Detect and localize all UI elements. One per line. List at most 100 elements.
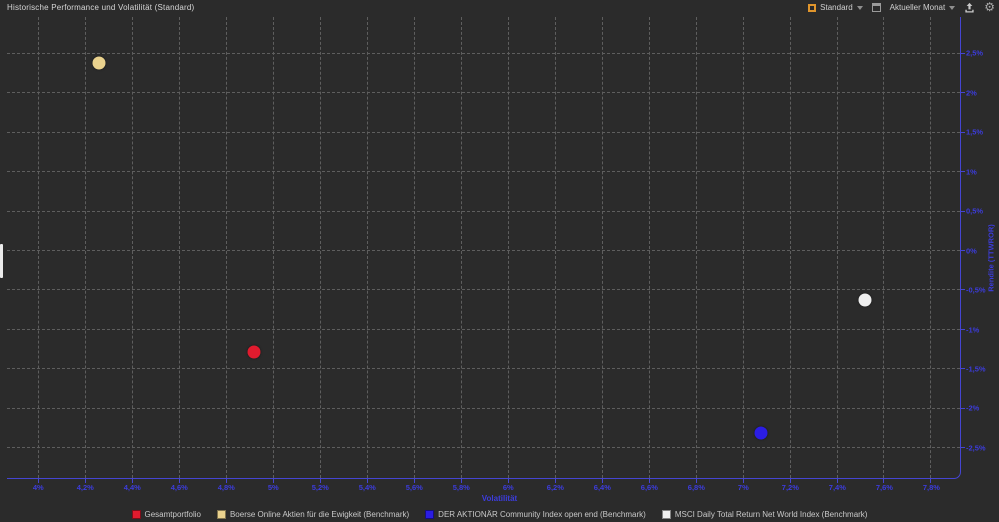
h-gridline	[7, 92, 960, 93]
x-axis-title: Volatilität	[0, 494, 999, 503]
h-gridline	[7, 53, 960, 54]
h-gridline	[7, 250, 960, 251]
legend-label: DER AKTIONÄR Community Index open end (B…	[438, 510, 646, 519]
x-tick-label: 5,2%	[312, 483, 329, 492]
legend-swatch	[662, 510, 671, 519]
y-tick-label: -2,5%	[966, 443, 986, 452]
h-gridline	[7, 329, 960, 330]
v-gridline	[414, 17, 415, 478]
legend-item[interactable]: MSCI Daily Total Return Net World Index …	[662, 510, 868, 519]
legend-label: MSCI Daily Total Return Net World Index …	[675, 510, 868, 519]
h-gridline	[7, 211, 960, 212]
y-tick-label: 2,5%	[966, 49, 983, 58]
preset-label: Standard	[820, 3, 852, 12]
chart-legend: Gesamtportfolio Boerse Online Aktien für …	[0, 507, 999, 521]
h-gridline	[7, 132, 960, 133]
x-tick-label: 4%	[33, 483, 44, 492]
x-tick-label: 4,8%	[218, 483, 235, 492]
widget-title: Historische Performance und Volatilität …	[7, 3, 194, 12]
scatter-point[interactable]	[248, 345, 261, 358]
scatter-point[interactable]	[755, 426, 768, 439]
v-gridline	[790, 17, 791, 478]
x-tick-label: 4,6%	[171, 483, 188, 492]
legend-item[interactable]: DER AKTIONÄR Community Index open end (B…	[425, 510, 646, 519]
scroll-indicator[interactable]	[0, 244, 3, 278]
x-tick-label: 6,2%	[547, 483, 564, 492]
x-tick-label: 7%	[738, 483, 749, 492]
y-tick-mark	[961, 447, 965, 448]
popout-button[interactable]	[872, 3, 881, 12]
settings-button[interactable]	[984, 2, 995, 13]
x-tick-label: 4,2%	[77, 483, 94, 492]
y-tick-label: 1,5%	[966, 128, 983, 137]
y-tick-mark	[961, 408, 965, 409]
v-gridline	[179, 17, 180, 478]
v-gridline	[837, 17, 838, 478]
v-gridline	[461, 17, 462, 478]
y-tick-mark	[961, 92, 965, 93]
v-gridline	[602, 17, 603, 478]
legend-item[interactable]: Gesamtportfolio	[132, 510, 201, 519]
y-tick-mark	[961, 132, 965, 133]
period-label: Aktueller Monat	[890, 3, 946, 12]
export-button[interactable]	[964, 2, 975, 14]
legend-swatch	[132, 510, 141, 519]
y-tick-mark	[961, 289, 965, 290]
x-tick-label: 4,4%	[124, 483, 141, 492]
x-tick-label: 6,4%	[594, 483, 611, 492]
y-tick-label: -0,5%	[966, 286, 986, 295]
v-gridline	[555, 17, 556, 478]
legend-swatch	[425, 510, 434, 519]
chart-toolbar: Standard Aktueller Monat	[808, 0, 995, 15]
v-gridline	[930, 17, 931, 478]
legend-label: Boerse Online Aktien für die Ewigkeit (B…	[230, 510, 409, 519]
x-tick-label: 7,4%	[829, 483, 846, 492]
chevron-down-icon	[949, 6, 955, 10]
y-tick-label: 2%	[966, 88, 977, 97]
gear-icon	[984, 2, 995, 13]
x-tick-label: 7,8%	[923, 483, 940, 492]
x-tick-label: 7,2%	[782, 483, 799, 492]
scatter-point[interactable]	[93, 57, 106, 70]
popout-window-icon	[872, 3, 881, 12]
scatter-plot-area	[7, 17, 961, 479]
h-gridline	[7, 408, 960, 409]
legend-label: Gesamtportfolio	[145, 510, 201, 519]
y-tick-mark	[961, 250, 965, 251]
orange-square-icon	[808, 4, 816, 12]
scatter-point[interactable]	[858, 293, 871, 306]
legend-swatch	[217, 510, 226, 519]
y-tick-label: 1%	[966, 167, 977, 176]
y-tick-mark	[961, 171, 965, 172]
h-gridline	[7, 289, 960, 290]
v-gridline	[743, 17, 744, 478]
v-gridline	[508, 17, 509, 478]
x-tick-label: 5,8%	[453, 483, 470, 492]
chevron-down-icon	[857, 6, 863, 10]
x-tick-label: 6%	[503, 483, 514, 492]
h-gridline	[7, 368, 960, 369]
y-tick-label: -2%	[966, 404, 979, 413]
y-tick-mark	[961, 329, 965, 330]
preset-selector[interactable]: Standard	[808, 3, 862, 12]
v-gridline	[85, 17, 86, 478]
y-tick-label: -1%	[966, 325, 979, 334]
x-tick-label: 5,4%	[359, 483, 376, 492]
h-gridline	[7, 171, 960, 172]
y-tick-label: 0%	[966, 246, 977, 255]
v-gridline	[226, 17, 227, 478]
period-selector[interactable]: Aktueller Monat	[890, 3, 956, 12]
y-tick-mark	[961, 211, 965, 212]
v-gridline	[649, 17, 650, 478]
h-gridline	[7, 447, 960, 448]
x-tick-label: 7,6%	[876, 483, 893, 492]
v-gridline	[696, 17, 697, 478]
x-tick-label: 5,6%	[406, 483, 423, 492]
x-tick-label: 6,6%	[641, 483, 658, 492]
x-tick-label: 5%	[268, 483, 279, 492]
performance-volatility-widget: Historische Performance und Volatilität …	[0, 0, 999, 522]
export-icon	[964, 2, 975, 14]
legend-item[interactable]: Boerse Online Aktien für die Ewigkeit (B…	[217, 510, 409, 519]
y-axis-title: Rendite (TTWROR)	[987, 224, 996, 292]
v-gridline	[883, 17, 884, 478]
